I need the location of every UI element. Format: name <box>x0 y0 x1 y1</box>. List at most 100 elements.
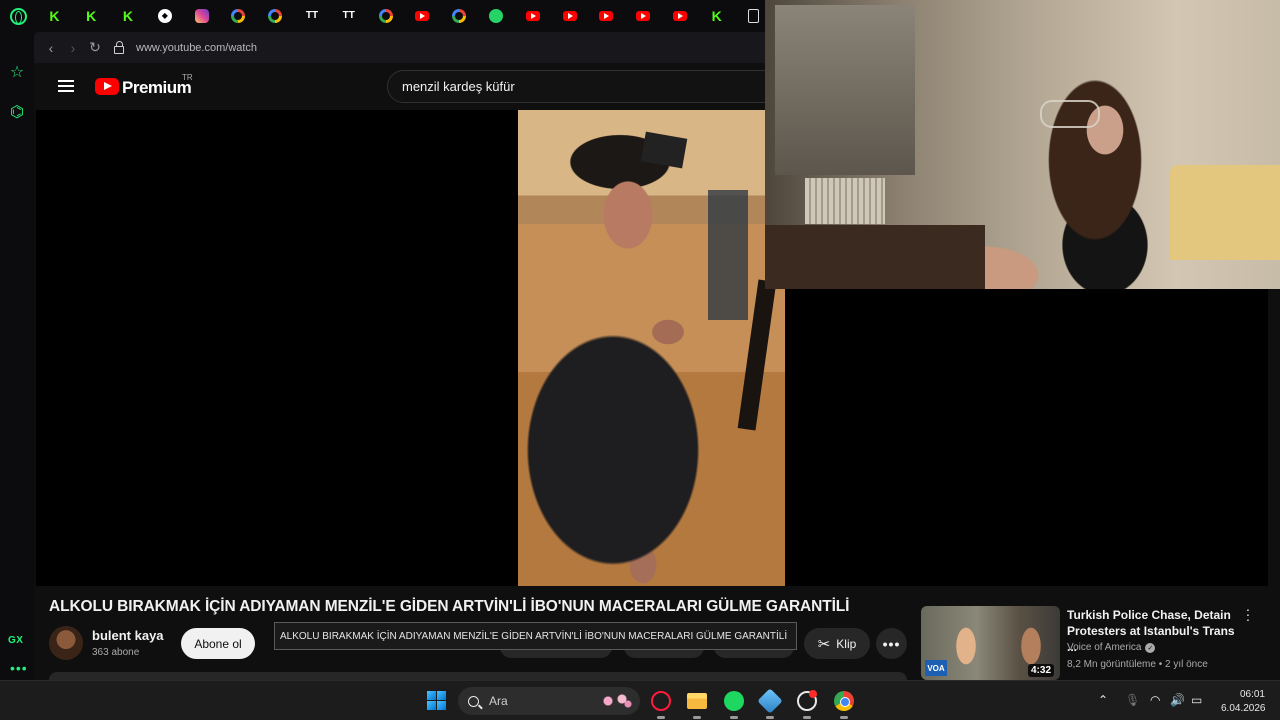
webcam-bed <box>1170 165 1280 260</box>
browser-tab[interactable] <box>404 0 441 32</box>
sidebar-more-icon[interactable]: ••• <box>10 660 28 676</box>
taskbar-opera-gx[interactable] <box>649 689 673 719</box>
browser-tab[interactable] <box>257 0 294 32</box>
menu-icon[interactable] <box>58 80 74 92</box>
webcam-floor <box>765 225 985 289</box>
kick-icon: K <box>49 8 60 24</box>
recommended-thumbnail[interactable]: VOA 4:32 <box>921 606 1060 680</box>
browser-tab[interactable] <box>662 0 699 32</box>
opera-gx-icon <box>651 691 671 711</box>
chrome-icon <box>834 691 854 711</box>
opera-gx-menu[interactable] <box>0 0 36 32</box>
taskbar-chrome[interactable] <box>832 689 856 719</box>
taskbar-spotify[interactable] <box>722 689 746 719</box>
url-field[interactable]: www.youtube.com/watch <box>136 42 257 54</box>
twitch-tracker-icon: TT <box>342 10 355 21</box>
taskbar-search-placeholder: Ara <box>489 694 508 708</box>
region-code: TR <box>182 73 193 82</box>
google-icon <box>452 9 467 23</box>
subscriber-count: 363 abone <box>92 647 140 658</box>
channel-name[interactable]: bulent kaya <box>92 628 164 643</box>
description-box[interactable] <box>49 672 907 680</box>
gx-corner-label[interactable]: GX <box>8 635 23 646</box>
back-icon[interactable]: ‹ <box>40 40 62 56</box>
browser-tab[interactable] <box>514 0 551 32</box>
video-background-tv <box>640 131 688 169</box>
wifi-icon[interactable]: ◠ <box>1150 693 1160 707</box>
taskbar-search[interactable]: Ara <box>458 687 640 715</box>
webcam-overlay <box>765 0 1280 289</box>
browser-tab[interactable] <box>551 0 588 32</box>
youtube-icon <box>599 11 614 21</box>
video-frame <box>518 110 785 586</box>
video-duration: 4:32 <box>1027 664 1054 677</box>
document-icon <box>748 9 760 23</box>
star-icon[interactable]: ☆ <box>8 64 26 82</box>
app-icon: ◆ <box>157 9 172 23</box>
browser-tab[interactable] <box>367 0 404 32</box>
clip-button[interactable]: ✂ Klip <box>804 628 870 659</box>
clip-label: Klip <box>836 636 857 651</box>
taskbar-file-explorer[interactable] <box>685 689 709 719</box>
folder-icon <box>687 693 707 709</box>
taskbar-app[interactable] <box>757 688 783 719</box>
more-actions-button[interactable]: ••• <box>876 628 907 659</box>
subscribe-button[interactable]: Abone ol <box>181 628 255 659</box>
spotify-icon <box>724 691 744 711</box>
opera-gx-icon <box>9 7 27 25</box>
browser-tab[interactable]: K <box>73 0 110 32</box>
whatsapp-icon <box>488 9 503 23</box>
gx-control-icon[interactable]: ⌬ <box>8 104 26 122</box>
video-title: ALKOLU BIRAKMAK İÇİN ADIYAMAN MENZİL'E G… <box>49 598 850 615</box>
taskbar-obs[interactable] <box>795 689 819 719</box>
scissors-icon: ✂ <box>817 635 831 653</box>
taskbar-clock[interactable]: 06:01 6.04.2026 <box>1221 688 1266 716</box>
notification-dot <box>809 690 817 698</box>
recommended-menu-icon[interactable]: · · · <box>1243 602 1253 626</box>
browser-tab[interactable]: TT <box>294 0 331 32</box>
browser-tab[interactable]: K <box>110 0 147 32</box>
webcam-window-curtain <box>775 5 915 175</box>
microphone-icon[interactable]: 🎙 <box>1125 693 1140 707</box>
browser-tab[interactable]: K <box>698 0 735 32</box>
youtube-logo-icon[interactable] <box>95 78 119 95</box>
video-background-door <box>708 190 748 320</box>
channel-avatar[interactable] <box>49 626 83 660</box>
instagram-icon <box>194 9 209 23</box>
search-icon <box>468 695 479 707</box>
chevron-up-icon[interactable]: ⌃ <box>1098 693 1108 707</box>
recommended-meta: 8,2 Mn görüntüleme • 2 yıl önce <box>1067 659 1208 670</box>
recommended-channel[interactable]: Voice of America ✓ <box>1067 642 1156 653</box>
cube-app-icon <box>757 688 783 714</box>
browser-tab[interactable] <box>478 0 515 32</box>
clock-date: 6.04.2026 <box>1221 703 1266 714</box>
browser-tab[interactable] <box>183 0 220 32</box>
youtube-icon <box>636 11 651 21</box>
youtube-icon <box>415 11 430 21</box>
browser-tab[interactable] <box>588 0 625 32</box>
voa-logo: VOA <box>925 660 947 676</box>
lock-icon[interactable] <box>114 40 124 54</box>
webcam-glasses <box>1040 100 1100 128</box>
battery-icon[interactable]: ▭ <box>1191 693 1202 707</box>
screen: K K K ◆ TT TT K ☆ ⌬ GX ••• ‹ › ↻ www.youtube.c… <box>0 0 1280 720</box>
browser-tab[interactable] <box>441 0 478 32</box>
windows-start-icon[interactable] <box>427 691 446 710</box>
volume-icon[interactable]: 🔊 <box>1170 693 1185 707</box>
forward-icon[interactable]: › <box>62 40 84 56</box>
browser-tab[interactable]: K <box>36 0 73 32</box>
google-icon <box>231 9 246 23</box>
browser-tab[interactable] <box>220 0 257 32</box>
kick-icon: K <box>711 8 722 24</box>
youtube-icon <box>672 11 687 21</box>
browser-tab[interactable]: TT <box>330 0 367 32</box>
reload-icon[interactable]: ↻ <box>84 39 106 56</box>
youtube-premium-wordmark[interactable]: Premium <box>122 78 192 98</box>
youtube-icon <box>562 11 577 21</box>
browser-tab[interactable] <box>625 0 662 32</box>
search-input[interactable]: menzil kardeş küfür <box>387 70 777 103</box>
clock-time: 06:01 <box>1239 689 1265 700</box>
browser-tab[interactable]: ◆ <box>146 0 183 32</box>
youtube-header: Premium TR menzil kardeş küfür <box>34 63 777 110</box>
webcam-radiator <box>805 178 885 224</box>
